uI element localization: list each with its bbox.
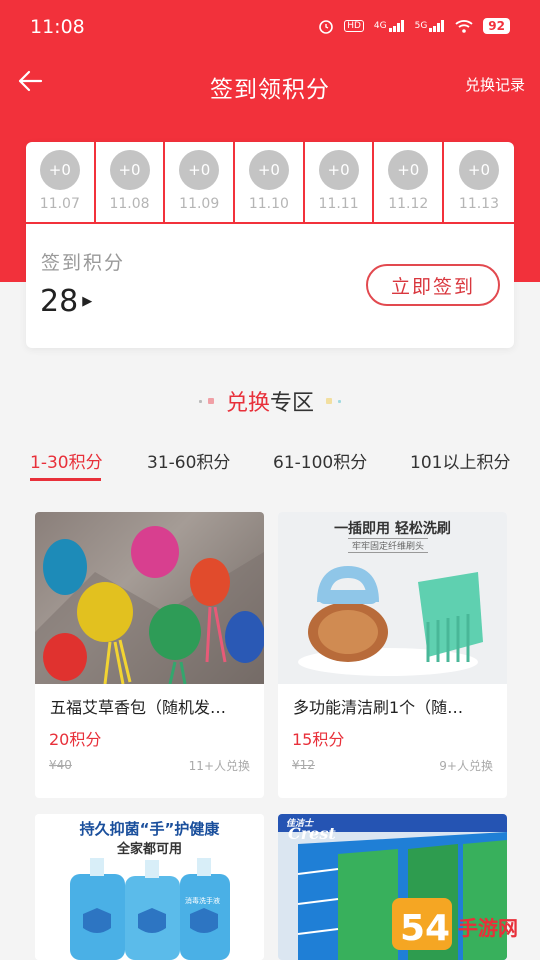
product-original-price: ¥12 xyxy=(292,758,315,772)
watermark-number: 54 xyxy=(400,908,450,949)
section-title-rest: 专区 xyxy=(270,391,315,416)
exchange-history-link[interactable]: 兑换记录 xyxy=(465,74,525,95)
section-title-accent: 兑换 xyxy=(225,391,270,416)
day-date: 11.12 xyxy=(388,196,429,212)
decoration-dots-left xyxy=(198,398,214,404)
net1-label: 4G xyxy=(373,21,387,31)
checkin-card: +0 11.07 +0 11.08 +0 11.09 +0 11.10 +0 11.11 … xyxy=(26,142,514,348)
day-date: 11.07 xyxy=(39,196,80,212)
points-value-link[interactable]: 28 ▶ xyxy=(40,284,92,319)
bottle-label: 消毒洗手液 xyxy=(185,897,220,905)
day-points-badge: +0 xyxy=(318,150,359,190)
day-cell: +0 11.12 xyxy=(374,142,445,224)
signal-5g-icon: 5G xyxy=(415,20,446,32)
tab-31-60[interactable]: 31-60积分 xyxy=(147,440,230,480)
net2-label: 5G xyxy=(414,21,428,31)
points-value: 28 xyxy=(40,284,79,319)
product-image: 持久抑菌“手”护健康 全家都可用 消毒洗手液 xyxy=(35,814,264,960)
hd-icon: HD xyxy=(344,20,364,32)
product-sold-count: 11+人兑换 xyxy=(188,759,250,773)
product-original-price: ¥40 xyxy=(49,758,72,772)
day-points-badge: +0 xyxy=(109,150,150,190)
checkin-days-row: +0 11.07 +0 11.08 +0 11.09 +0 11.10 +0 11.11 … xyxy=(26,142,514,224)
page-title: 签到领积分 xyxy=(210,77,330,103)
product-sold-count: 9+人兑换 xyxy=(439,759,493,773)
day-cell: +0 11.10 xyxy=(235,142,305,224)
day-points-badge: +0 xyxy=(39,150,80,190)
active-tab-indicator xyxy=(30,478,101,481)
checkin-button[interactable]: 立即签到 xyxy=(366,264,500,306)
product-name: 多功能清洁刷1个（随… xyxy=(293,698,464,717)
site-watermark: 54 手游网 xyxy=(392,892,532,954)
watermark-text: 手游网 xyxy=(458,916,518,940)
product-image xyxy=(35,512,264,684)
day-date: 11.10 xyxy=(248,196,289,212)
status-icons: HD 4G 5G 92 xyxy=(318,18,510,34)
tab-101-plus[interactable]: 101以上积分 xyxy=(410,440,510,480)
day-cell: +0 11.07 xyxy=(26,142,96,224)
day-points-badge: +0 xyxy=(179,150,220,190)
points-label: 签到积分 xyxy=(41,252,126,274)
tab-1-30[interactable]: 1-30积分 xyxy=(30,440,103,480)
day-cell: +0 11.08 xyxy=(95,142,166,224)
caret-right-icon: ▶ xyxy=(82,294,93,309)
day-cell: +0 11.09 xyxy=(165,142,236,224)
battery-indicator: 92 xyxy=(483,18,510,34)
app-header: 签到领积分 兑换记录 xyxy=(0,56,540,112)
status-time: 11:08 xyxy=(30,16,85,38)
product-price: 15积分 xyxy=(292,730,345,749)
day-date: 11.08 xyxy=(109,196,150,212)
day-cell: +0 11.13 xyxy=(444,142,514,224)
day-date: 11.09 xyxy=(179,196,220,212)
product-card[interactable]: 一插即用 轻松洗刷 牢牢固定纤维刷头 多功能清洁刷1个（随… 15积分 ¥12 … xyxy=(278,512,507,798)
day-points-badge: +0 xyxy=(248,150,289,190)
product-card[interactable]: 五福艾草香包（随机发… 20积分 ¥40 11+人兑换 xyxy=(35,512,264,798)
day-date: 11.13 xyxy=(458,196,500,212)
alarm-icon xyxy=(318,18,334,34)
product-name: 五福艾草香包（随机发… xyxy=(50,698,227,717)
day-points-badge: +0 xyxy=(388,150,429,190)
section-title: 兑换 专区 xyxy=(0,384,540,418)
product-price: 20积分 xyxy=(49,730,102,749)
product-card[interactable]: 持久抑菌“手”护健康 全家都可用 消毒洗手液 xyxy=(35,814,264,960)
day-points-badge: +0 xyxy=(458,150,499,190)
signal-4g-icon: 4G xyxy=(374,20,405,32)
tab-61-100[interactable]: 61-100积分 xyxy=(273,440,367,480)
brand-logo: Crest xyxy=(288,824,336,843)
day-date: 11.11 xyxy=(318,196,359,212)
decoration-dots-right xyxy=(326,398,342,404)
wifi-icon xyxy=(455,19,473,33)
day-cell: +0 11.11 xyxy=(304,142,375,224)
status-bar: 11:08 HD 4G 5G 92 xyxy=(0,0,540,56)
product-image: 一插即用 轻松洗刷 牢牢固定纤维刷头 xyxy=(278,512,507,684)
